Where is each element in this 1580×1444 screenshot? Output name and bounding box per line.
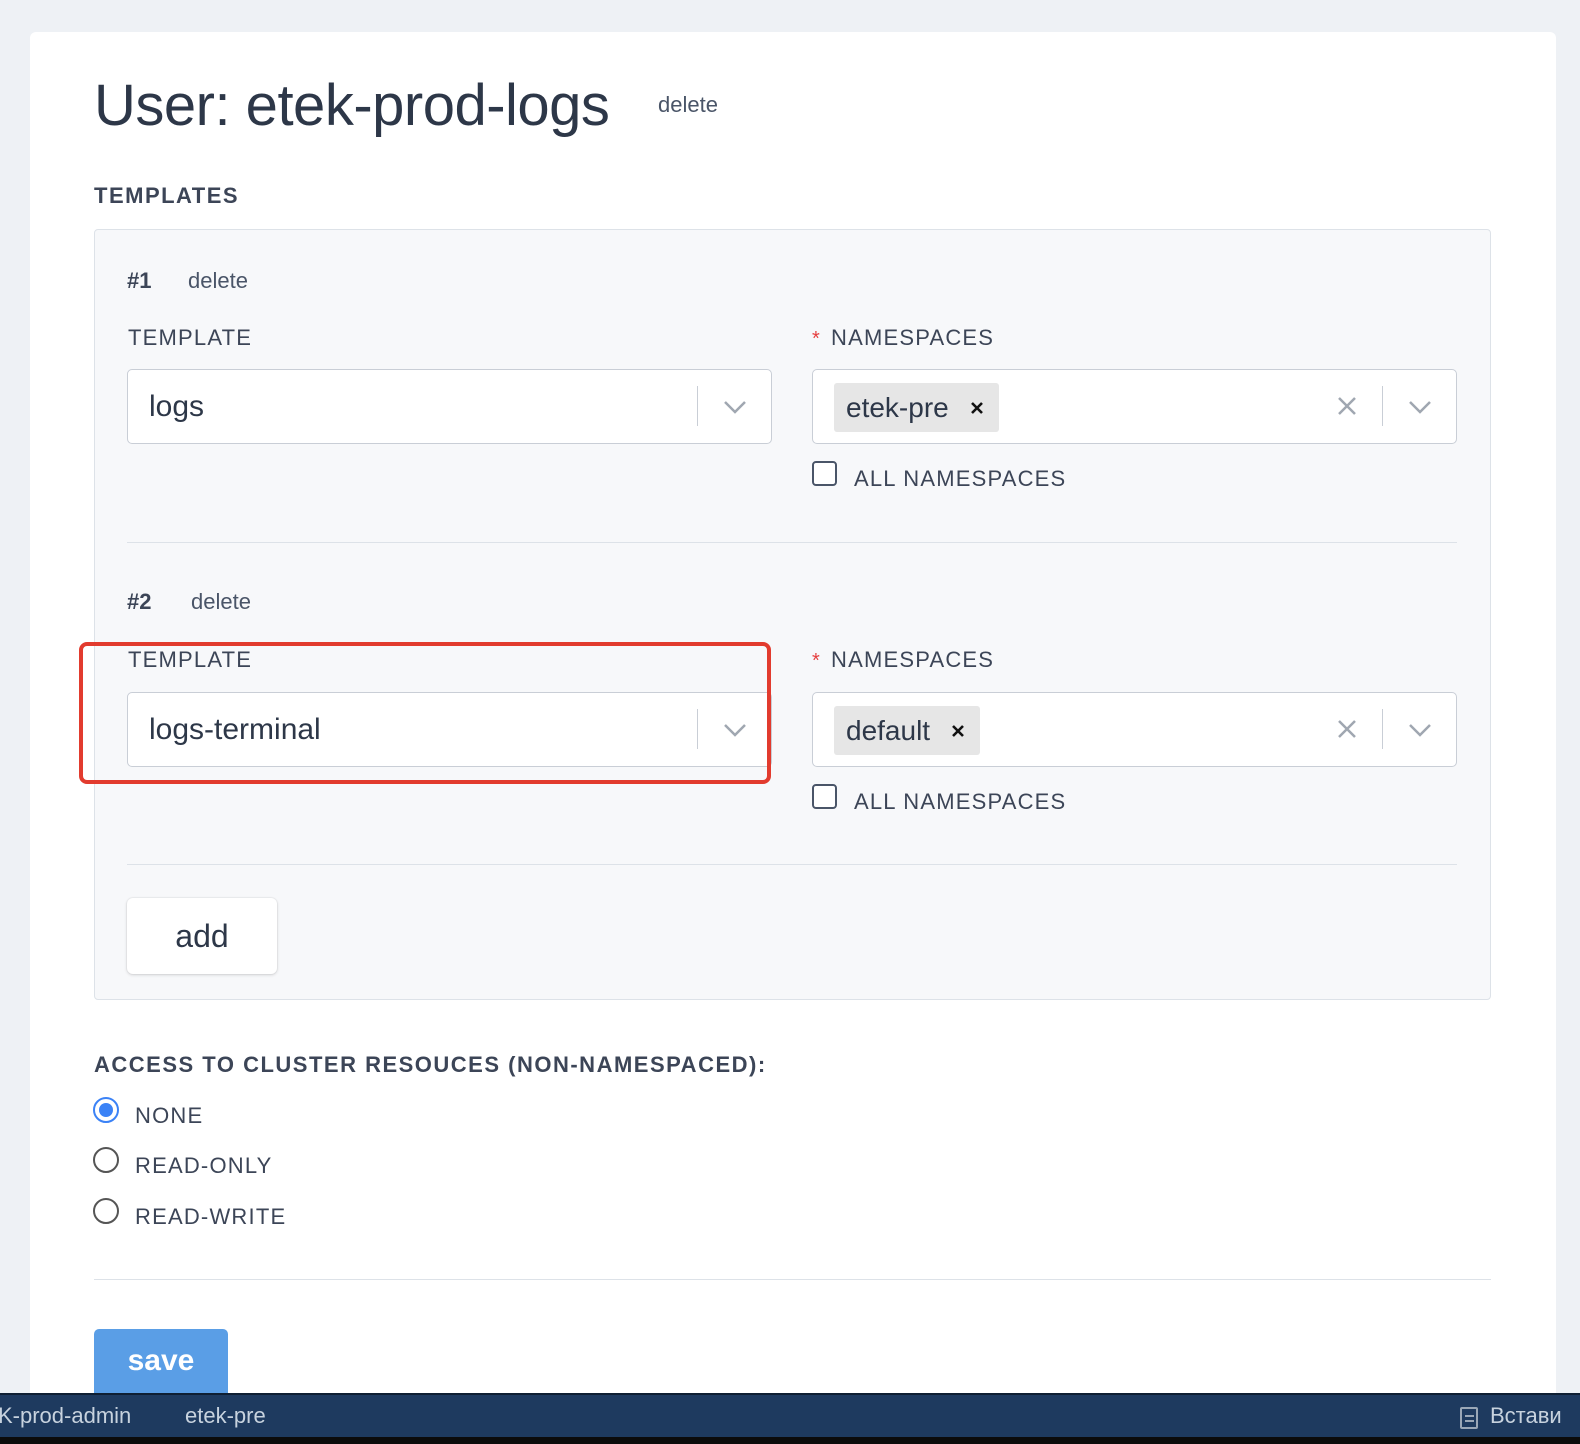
chevron-down-icon[interactable] — [1405, 392, 1435, 422]
save-button[interactable]: save — [94, 1329, 228, 1393]
required-asterisk: * — [812, 328, 821, 350]
all-namespaces-checkbox[interactable] — [812, 784, 837, 809]
template-select-value: logs-terminal — [149, 713, 321, 746]
form-divider — [94, 1279, 1491, 1280]
template-select[interactable]: logs — [127, 369, 772, 444]
radio-read-only[interactable] — [93, 1147, 119, 1173]
chevron-down-icon[interactable] — [720, 392, 750, 422]
template-field-label: TEMPLATE — [128, 647, 253, 672]
template-number: #2 — [127, 589, 152, 614]
delete-template-link[interactable]: delete — [191, 589, 251, 615]
page-title: User: etek-prod-logs — [94, 73, 610, 138]
delete-template-link[interactable]: delete — [188, 268, 248, 294]
chip-remove-icon[interactable] — [950, 723, 966, 739]
clear-icon[interactable] — [1333, 392, 1361, 420]
chevron-down-icon[interactable] — [720, 715, 750, 745]
radio-none[interactable] — [93, 1097, 119, 1123]
delete-user-link[interactable]: delete — [658, 92, 718, 118]
template-select-value: logs — [149, 390, 205, 423]
namespace-chip-label: etek-pre — [846, 391, 949, 423]
namespaces-select[interactable]: default — [812, 692, 1457, 767]
cluster-access-heading: ACCESS TO CLUSTER RESOUCES (NON-NAMESPAC… — [94, 1052, 767, 1077]
all-namespaces-checkbox[interactable] — [812, 461, 837, 486]
template-divider — [127, 542, 1457, 543]
namespaces-field-label: * NAMESPACES — [812, 325, 994, 351]
taskbar-paste-label[interactable]: Встави — [1490, 1403, 1562, 1429]
all-namespaces-label: ALL NAMESPACES — [854, 466, 1067, 491]
required-asterisk: * — [812, 650, 821, 672]
namespaces-field-label: * NAMESPACES — [812, 647, 994, 673]
namespace-chip: etek-pre — [834, 383, 999, 432]
chip-remove-icon[interactable] — [969, 400, 985, 416]
radio-label-read-write: READ-WRITE — [135, 1204, 287, 1229]
namespaces-select[interactable]: etek-pre — [812, 369, 1457, 444]
taskbar-edge — [0, 1437, 1580, 1444]
select-separator — [697, 386, 698, 426]
radio-read-write[interactable] — [93, 1198, 119, 1224]
taskbar-item[interactable]: K-prod-admin — [0, 1403, 131, 1429]
radio-label-read-only: READ-ONLY — [135, 1153, 273, 1178]
add-template-button[interactable]: add — [127, 898, 277, 974]
taskbar-item[interactable]: etek-pre — [185, 1403, 266, 1429]
namespace-chip: default — [834, 706, 981, 755]
namespaces-label-text: NAMESPACES — [830, 647, 995, 672]
template-divider — [127, 864, 1457, 865]
chevron-down-icon[interactable] — [1405, 715, 1435, 745]
templates-heading: TEMPLATES — [94, 183, 240, 208]
template-field-label: TEMPLATE — [128, 325, 253, 350]
all-namespaces-label: ALL NAMESPACES — [854, 789, 1067, 814]
select-separator — [1382, 709, 1383, 749]
templates-panel — [94, 229, 1491, 1000]
clear-icon[interactable] — [1333, 715, 1361, 743]
template-number: #1 — [127, 268, 152, 293]
select-separator — [1382, 386, 1383, 426]
namespaces-label-text: NAMESPACES — [830, 325, 995, 350]
document-icon — [1460, 1407, 1478, 1429]
template-select[interactable]: logs-terminal — [127, 692, 772, 767]
namespace-chip-label: default — [846, 714, 931, 746]
select-separator — [697, 709, 698, 749]
radio-label-none: NONE — [135, 1103, 204, 1128]
